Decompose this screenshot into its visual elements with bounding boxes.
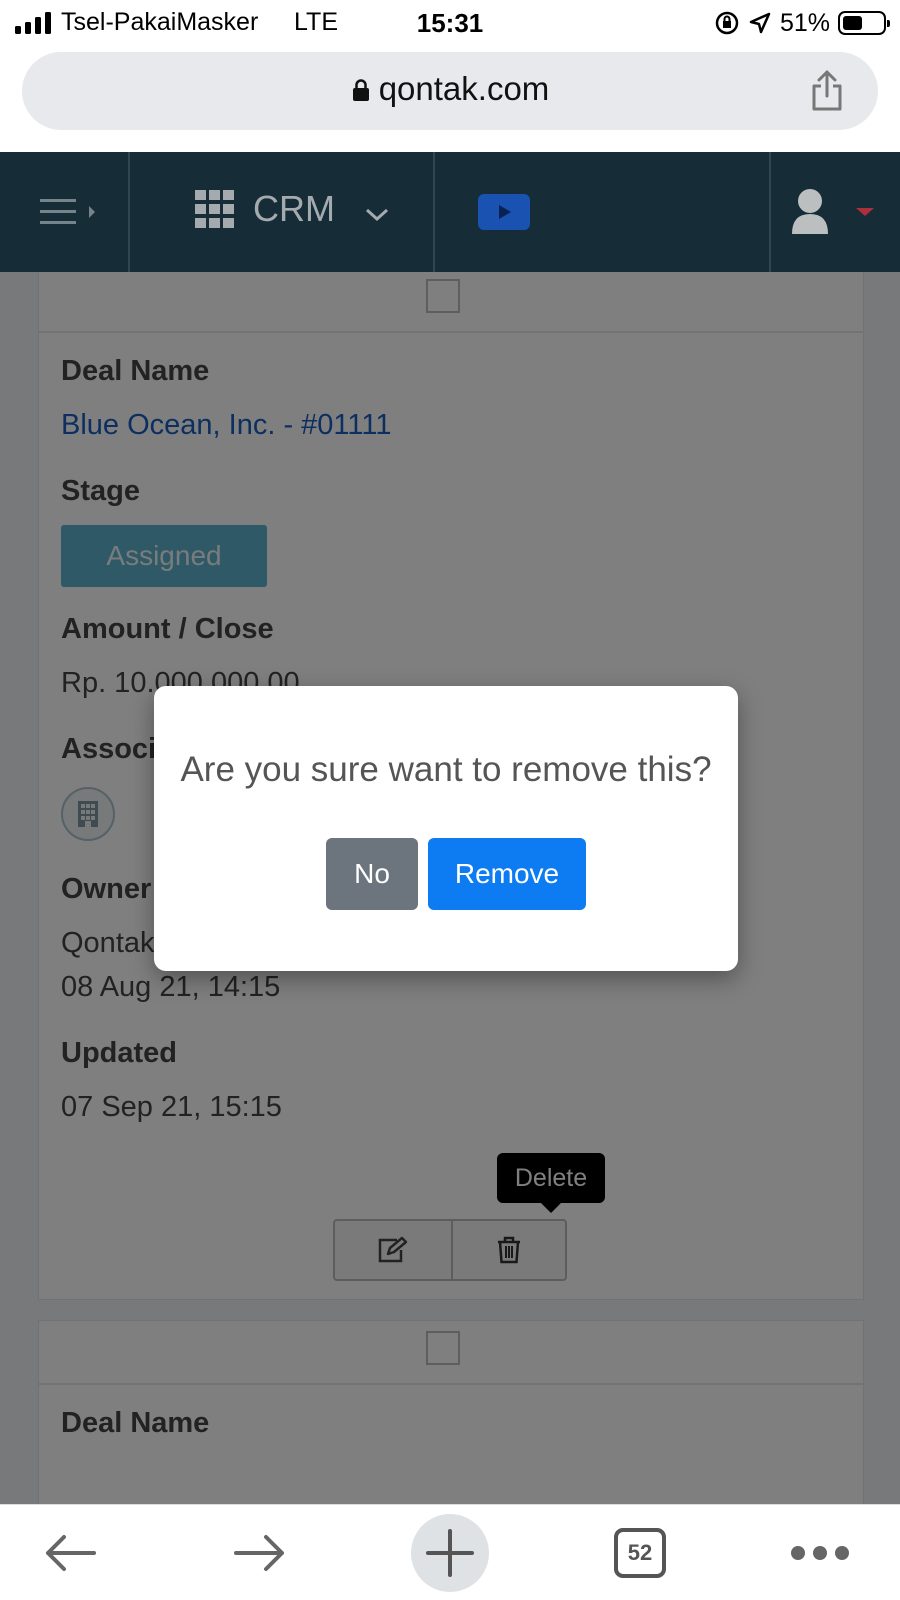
battery-icon xyxy=(838,11,890,35)
status-bar: Tsel-PakaiMasker LTE 15:31 51% xyxy=(0,0,900,46)
plus-icon xyxy=(426,1529,474,1577)
battery-percent: 51% xyxy=(779,8,830,37)
url-text: qontak.com xyxy=(378,70,550,107)
location-icon xyxy=(749,12,771,34)
lock-icon xyxy=(352,79,369,101)
more-menu-icon[interactable] xyxy=(790,1545,850,1561)
share-icon[interactable] xyxy=(810,68,844,112)
forward-arrow-icon[interactable] xyxy=(232,1533,288,1573)
browser-toolbar: 52 xyxy=(0,1504,900,1600)
remove-button[interactable]: Remove xyxy=(428,838,586,910)
back-arrow-icon[interactable] xyxy=(42,1533,98,1573)
tabs-button[interactable]: 52 xyxy=(614,1528,666,1578)
rotation-lock-icon xyxy=(715,11,739,35)
new-tab-button[interactable] xyxy=(411,1514,489,1592)
dialog-message: Are you sure want to remove this? xyxy=(180,750,712,789)
browser-url-bar: qontak.com xyxy=(0,46,900,152)
confirm-remove-dialog: Are you sure want to remove this? No Rem… xyxy=(154,686,738,971)
no-button[interactable]: No xyxy=(326,838,418,910)
header-dim-overlay xyxy=(0,152,900,272)
address-field[interactable]: qontak.com xyxy=(22,52,878,130)
